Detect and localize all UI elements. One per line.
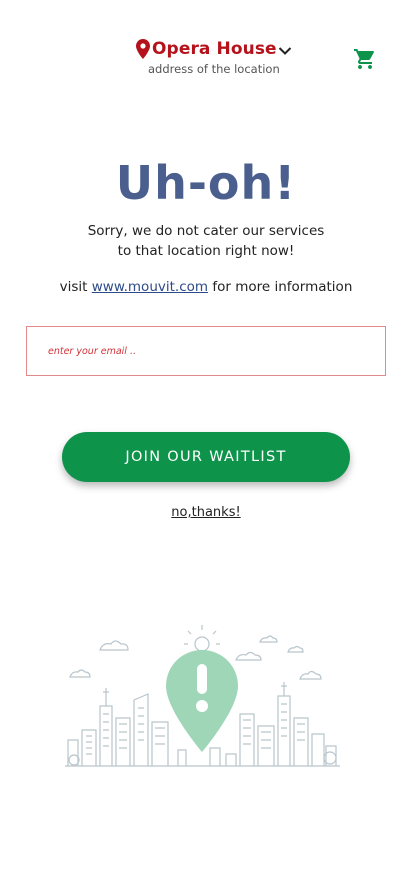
map-pin-icon (136, 39, 150, 59)
message-line-1: Sorry, we do not cater our services (87, 223, 325, 239)
page-title: Uh-oh! (115, 156, 297, 210)
website-link[interactable]: www.mouvit.com (92, 279, 208, 295)
visit-prefix: visit (59, 279, 88, 295)
message-line-2: to that location right now! (117, 243, 295, 259)
join-waitlist-button[interactable]: JOIN OUR WAITLIST (62, 432, 350, 482)
unavailable-message: Sorry, we do not cater our services to t… (0, 221, 412, 261)
city-skyline-illustration (65, 625, 340, 767)
chevron-down-icon (278, 46, 291, 55)
app-header: Opera House address of the location (0, 0, 412, 90)
visit-suffix: for more information (212, 279, 353, 295)
email-input[interactable] (26, 326, 386, 376)
location-address: address of the location (148, 62, 280, 76)
visit-info: visit www.mouvit.com for more informatio… (0, 279, 412, 295)
location-selector[interactable]: Opera House (136, 38, 292, 60)
no-thanks-link[interactable]: no,thanks! (0, 505, 412, 520)
shopping-cart-icon[interactable] (353, 47, 377, 71)
location-name: Opera House (152, 39, 277, 59)
